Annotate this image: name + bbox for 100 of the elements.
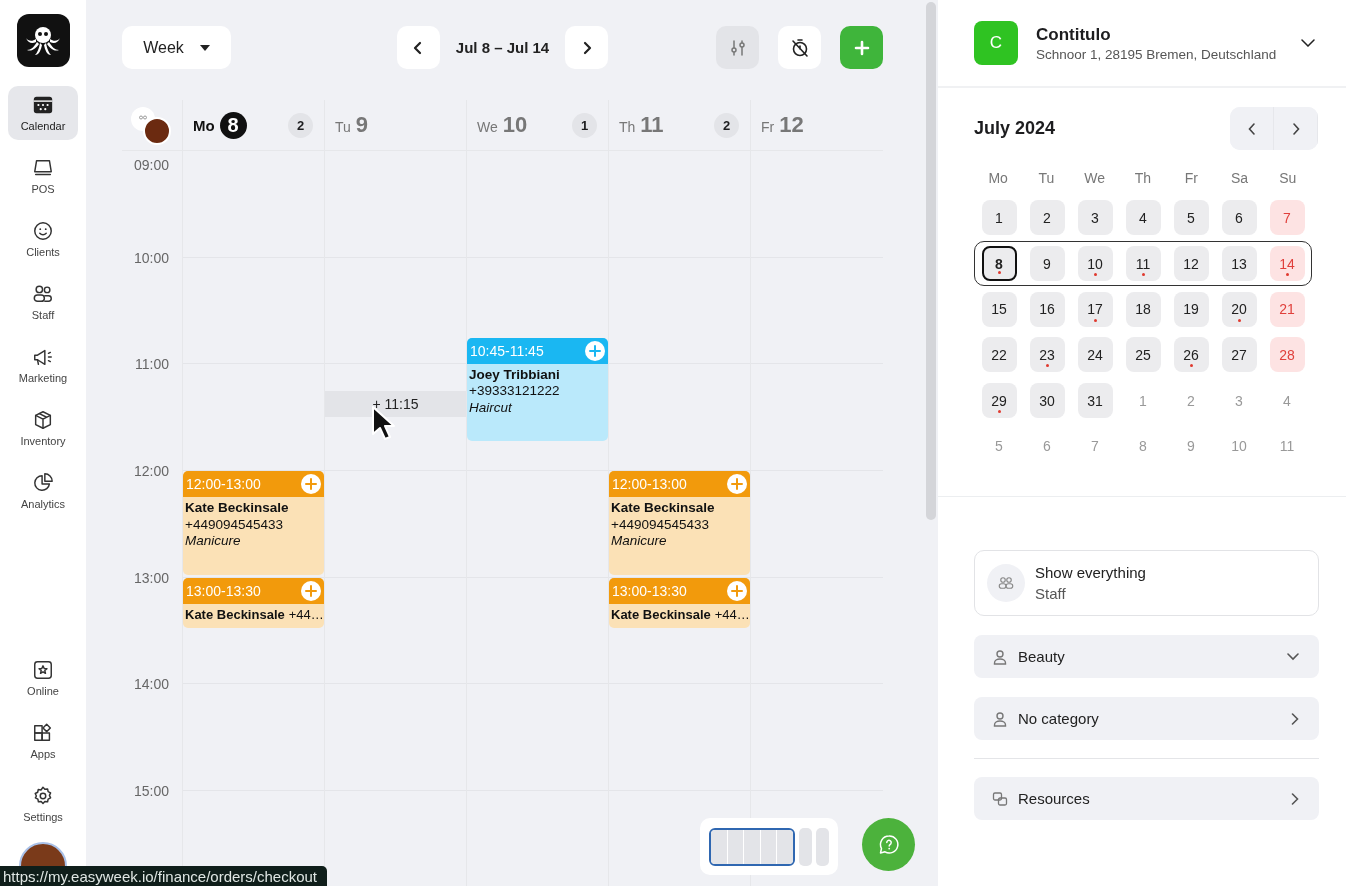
calendar-day[interactable]: 8	[981, 246, 1017, 282]
calendar-day[interactable]: 5	[1173, 200, 1209, 236]
add-circle-icon[interactable]	[727, 474, 747, 494]
octopus-logo[interactable]	[16, 14, 70, 67]
caret-icon	[199, 44, 210, 51]
filter-subtitle: Staff	[1035, 585, 1067, 602]
chevron-left-icon	[413, 40, 424, 55]
calendar-day[interactable]: 15	[981, 291, 1017, 327]
staff-avatars[interactable]	[131, 107, 169, 143]
calendar-day[interactable]: 17	[1077, 291, 1113, 327]
appointment-card[interactable]: 13:00-13:30 Kate Beckinsale +44…	[609, 577, 750, 628]
weekday-label: We	[477, 119, 498, 135]
appointment-card[interactable]: 10:45-11:45 Joey Tribbiani +39333121222 Haircut	[467, 337, 608, 442]
nav-item[interactable]: Marketing	[8, 338, 78, 392]
chevron-right-icon	[581, 40, 592, 55]
previous-month-button[interactable]	[1230, 107, 1274, 150]
nav-item[interactable]: Clients	[8, 212, 78, 266]
date-number[interactable]: 11	[640, 112, 664, 138]
view-dropdown[interactable]: Week	[122, 26, 231, 69]
calendar-day[interactable]: 19	[1173, 291, 1209, 327]
service-name: Manicure	[611, 533, 668, 550]
nav-item[interactable]: Settings	[8, 777, 78, 831]
calendar-day[interactable]: 20	[1221, 291, 1257, 327]
appointment-card[interactable]: 13:00-13:30 Kate Beckinsale +44…	[183, 577, 324, 628]
calendar-day[interactable]: 26	[1173, 337, 1209, 373]
timer-off-button[interactable]	[778, 26, 821, 69]
calendar-day[interactable]: 27	[1221, 337, 1257, 373]
nav-item[interactable]: POS	[8, 149, 78, 203]
sliders-icon	[728, 38, 747, 57]
category-row[interactable]: Beauty	[974, 635, 1319, 678]
chevron-down-icon	[1301, 39, 1315, 47]
chevron-right-icon	[1291, 121, 1300, 136]
previous-button[interactable]	[396, 26, 440, 69]
add-button[interactable]	[840, 26, 883, 69]
nav-item[interactable]: Analytics	[8, 464, 78, 518]
calendar-day[interactable]: 22	[981, 337, 1017, 373]
appointment-card[interactable]: 12:00-13:00 Kate Beckinsale +449094545433 Manicure	[609, 471, 750, 575]
add-circle-icon[interactable]	[727, 580, 747, 601]
weekday-label: Fr	[1184, 170, 1198, 186]
calendar-day[interactable]: 2	[1029, 200, 1065, 236]
date-number[interactable]: 12	[779, 112, 804, 138]
filter-title: Show everything	[1035, 564, 1146, 581]
time-slot-highlight[interactable]: + 11:15	[325, 391, 466, 417]
date-number[interactable]: 10	[502, 112, 528, 138]
service-name: Haircut	[469, 399, 513, 417]
client-name: Kate Beckinsale	[185, 606, 285, 624]
calendar-day[interactable]: 10	[1077, 246, 1113, 282]
category-row[interactable]: No category	[974, 697, 1319, 740]
calendar-day[interactable]: 24	[1077, 337, 1113, 373]
view-switcher[interactable]	[700, 818, 838, 875]
calendar-day[interactable]: 31	[1077, 383, 1113, 419]
calendar-day[interactable]: 28	[1269, 337, 1305, 373]
weekday-label: Mo	[193, 116, 215, 134]
nav-item[interactable]: Staff	[8, 275, 78, 329]
calendar-day[interactable]: 9	[1029, 246, 1065, 282]
appointment-time: 12:00-13:00	[186, 476, 261, 492]
add-circle-icon[interactable]	[301, 474, 321, 494]
calendar-day[interactable]: 3	[1077, 200, 1113, 236]
business-address: Schnoor 1, 28195 Bremen, Deutschland	[1036, 46, 1278, 62]
staff-filter[interactable]: Show everything Staff	[974, 550, 1319, 616]
calendar-day[interactable]: 25	[1125, 337, 1161, 373]
resources-row[interactable]: Resources	[974, 777, 1319, 820]
calendar-day[interactable]: 4	[1125, 200, 1161, 236]
calendar-day[interactable]: 12	[1173, 246, 1209, 282]
timer-off-icon	[789, 37, 810, 58]
staff-avatar	[143, 117, 171, 145]
next-button[interactable]	[565, 26, 609, 69]
calendar-day[interactable]: 6	[1221, 200, 1257, 236]
calendar-day[interactable]: 30	[1029, 383, 1065, 419]
hour-label: 09:00	[133, 157, 169, 173]
client-name: Kate Beckinsale	[185, 500, 290, 517]
nav-item[interactable]: Inventory	[8, 401, 78, 455]
hour-label: 12:00	[133, 462, 169, 479]
filter-button[interactable]	[716, 26, 759, 69]
scrollbar-thumb[interactable]	[926, 2, 936, 520]
add-circle-icon[interactable]	[585, 340, 605, 361]
nav-item[interactable]: Online	[8, 651, 78, 705]
status-url-tooltip: https://my.easyweek.io/finance/orders/checkout	[0, 866, 328, 886]
calendar-day[interactable]: 18	[1125, 291, 1161, 327]
help-button[interactable]	[862, 818, 915, 871]
appointment-card[interactable]: 12:00-13:00 Kate Beckinsale +449094545433 Manicure	[183, 471, 324, 575]
client-phone: +44…	[714, 606, 750, 624]
calendar-day[interactable]: 23	[1029, 337, 1065, 373]
calendar-day[interactable]: 13	[1221, 246, 1257, 282]
appointment-time: 12:00-13:00	[612, 476, 687, 492]
box-icon	[32, 409, 54, 431]
client-phone: +449094545433	[611, 516, 710, 533]
date-number[interactable]: 9	[355, 112, 369, 138]
chevron-left-icon	[1247, 121, 1256, 136]
add-circle-icon[interactable]	[301, 580, 321, 601]
nav-item[interactable]: Apps	[8, 714, 78, 768]
calendar-day[interactable]: 11	[1125, 246, 1161, 282]
date-circle[interactable]: 8	[219, 111, 247, 139]
calendar-day[interactable]: 16	[1029, 291, 1065, 327]
nav-item[interactable]: Calendar	[8, 86, 78, 140]
calendar-day[interactable]: 29	[981, 383, 1017, 419]
weekday-label: Sa	[1231, 170, 1249, 186]
calendar-day[interactable]: 1	[981, 200, 1017, 236]
client-phone: +449094545433	[185, 516, 284, 533]
service-name: Manicure	[185, 533, 242, 550]
